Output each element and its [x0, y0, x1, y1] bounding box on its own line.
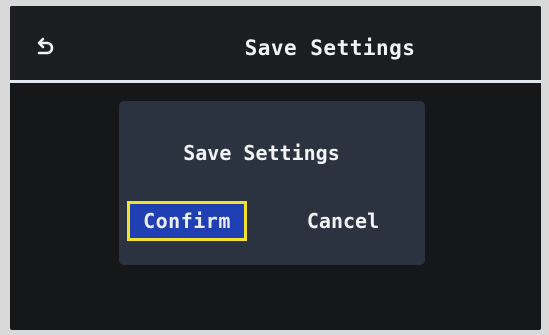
confirm-button[interactable]: Confirm — [127, 201, 247, 241]
back-arrow-icon — [37, 37, 54, 55]
header-bar: Save Settings — [10, 6, 541, 80]
device-screen: Save Settings Save Settings Confirm Canc… — [10, 6, 541, 330]
save-settings-dialog: Save Settings Confirm Cancel — [119, 101, 425, 265]
cancel-button-label: Cancel — [306, 209, 380, 233]
back-button[interactable] — [28, 34, 62, 62]
confirm-button-label: Confirm — [143, 209, 231, 233]
page-title: Save Settings — [244, 36, 416, 60]
cancel-button[interactable]: Cancel — [291, 201, 395, 241]
dialog-title: Save Settings — [183, 141, 340, 165]
header-divider — [10, 80, 541, 83]
